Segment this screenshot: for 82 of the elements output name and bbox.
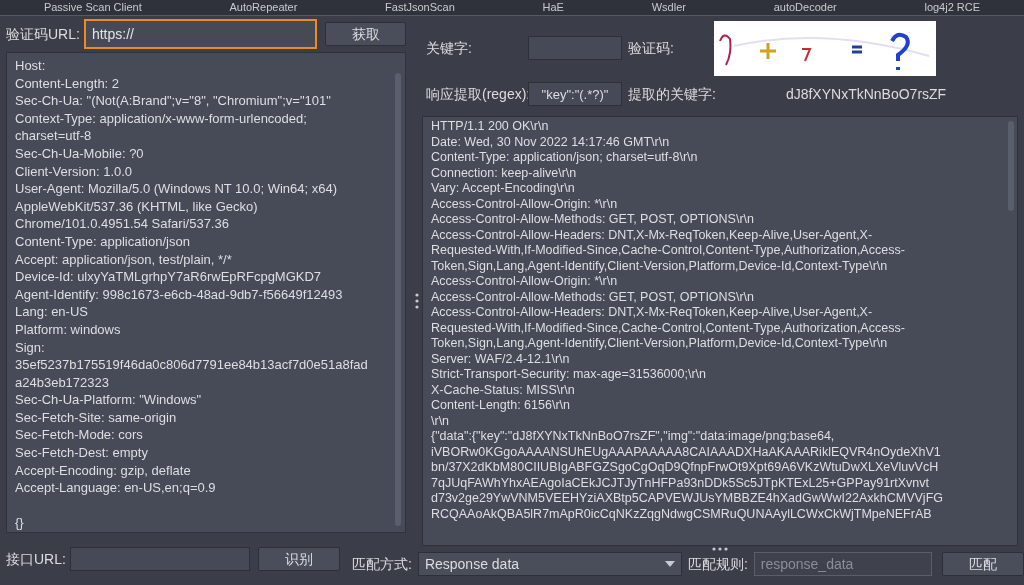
text-line: Sec-Fetch-Site: same-origin: [15, 408, 177, 427]
field-label: 接口URL:: [6, 549, 66, 569]
text-line: Accept-Encoding: gzip, deflate: [15, 461, 191, 480]
request-text-area[interactable]: [6, 52, 406, 533]
text-line: Device-Id: ulxyYaTMLgrhpY7aR6rwEpRFcpgMGKD7: [15, 268, 322, 286]
field-label: 验证码URL:: [6, 24, 80, 44]
fetch-button[interactable]: 获取: [325, 22, 406, 46]
text-line: Client-Version: 1.0.0: [15, 162, 133, 181]
interface-url-field[interactable]: [69, 547, 250, 571]
extension-tab[interactable]: AutoRepeater: [221, 0, 306, 16]
text-line: X-Cache-Status: MISS\r\n: [431, 382, 575, 398]
text-line: bn/37X2dKbM80CIIUBIgABFGZSgoCgOqD9QfnpFrwOt9Xpt69A6VKzWtuDwXLXeVluvVcH: [431, 460, 939, 476]
text-line: Access-Control-Allow-Headers: DNT,X-Mx-ReqToken,Keep-Alive,User-Agent,X-: [431, 305, 873, 321]
text-line: AppleWebKit/537.36 (KHTML, like Gecko): [15, 197, 258, 216]
drag-handle-icon[interactable]: [712, 547, 728, 551]
extension-tab[interactable]: Passive Scan Client: [35, 0, 150, 16]
field-label: 响应提取(regex):: [425, 84, 528, 104]
text-line: d73v2ge29YwVNM5VEEHYziAXBtp5CAPVEWJUsYMBBZE4hXadGwWwI22AxkhCMVVjFG: [431, 491, 943, 507]
text-line: Content-Type: application/json; charset=utf-8\r\n: [431, 150, 698, 166]
extension-tab[interactable]: log4j2 RCE: [916, 0, 989, 16]
extension-tab[interactable]: HaE: [534, 0, 572, 16]
field-label: 提取的关键字:: [628, 84, 716, 104]
text-line: Sec-Ch-Ua-Platform: "Windows": [15, 391, 202, 409]
drag-handle-icon[interactable]: [415, 292, 419, 309]
text-line: Chrome/101.0.4951.54 Safari/537.36: [15, 215, 229, 233]
text-line: {"data":{"key":"dJ8fXYNxTkNnBoO7rsZF","img":"data:image/png;base64,: [431, 429, 835, 445]
text-line: Lang: en-US: [15, 303, 88, 321]
text-line: Content-Length: 6156\r\n: [431, 398, 570, 414]
text-line: Requested-With,If-Modified-Since,Cache-Control,Content-Type,Authorization,Access-: [431, 243, 905, 259]
field-label: 验证码:: [628, 38, 674, 58]
field-label: 匹配方式:: [352, 554, 412, 574]
field-label: 匹配规则:: [687, 554, 748, 574]
text-line: Agent-Identify: 998c1673-e6cb-48ad-9db7-f56649f12493: [15, 285, 343, 304]
text-line: Strict-Transport-Security: max-age=31536000;\r\n: [431, 367, 706, 383]
text-line: Connection: keep-alive\r\n: [431, 165, 577, 181]
identify-button[interactable]: 识别: [257, 547, 340, 571]
dropdown-caret-icon: [664, 561, 675, 567]
match-button[interactable]: 匹配: [941, 552, 1024, 576]
text-line: User-Agent: Mozilla/5.0 (Windows NT 10.0; Win64; x64): [15, 180, 337, 198]
text-line: \r\n: [431, 413, 450, 429]
text-line: Server: WAF/2.4-12.1\r\n: [431, 351, 570, 367]
response-text-area[interactable]: [422, 116, 1018, 546]
extension-tab[interactable]: Wsdler: [643, 0, 694, 16]
text-line: Access-Control-Allow-Origin: *\r\n: [431, 274, 618, 290]
text-line: Access-Control-Allow-Methods: GET, POST, OPTIONS\r\n: [431, 289, 754, 305]
extension-tab[interactable]: autoDecoder: [765, 0, 845, 16]
text-line: Access-Control-Allow-Origin: *\r\n: [431, 196, 618, 212]
text-line: iVBORw0KGgoAAAANSUhEUgAAAPAAAAA8CAIAAADXHaAKAAARiklEQVR4nOydeXhV1: [431, 444, 941, 460]
text-line: Context-Type: application/x-www-form-urlencoded;: [15, 109, 307, 128]
text-line: Token,Sign,Lang,Agent-Identify,Client-Version,Platform,Device-Id,Context-Type\r\n: [431, 336, 888, 352]
text-line: 35ef5237b175519f46da0c806d7791ee84b13acf7d0e51a8fad: [15, 356, 368, 374]
regex-field[interactable]: "key":"(.*?)": [528, 82, 622, 106]
text-line: Requested-With,If-Modified-Since,Cache-Control,Content-Type,Authorization,Access-: [431, 320, 905, 336]
text-line: Content-Length: 2: [15, 74, 120, 93]
field-label: 关键字:: [425, 38, 473, 58]
text-line: Access-Control-Allow-Headers: DNT,X-Mx-ReqToken,Keep-Alive,User-Agent,X-: [431, 227, 873, 243]
text-line: Content-Type: application/json: [15, 232, 190, 251]
text-line: {}: [15, 514, 24, 532]
text-line: Access-Control-Allow-Methods: GET, POST, OPTIONS\r\n: [431, 212, 754, 228]
text-line: Sec-Ch-Ua: "(Not(A:Brand";v="8", "Chromium";v="101": [15, 92, 331, 110]
text-line: Token,Sign,Lang,Agent-Identify,Client-Version,Platform,Device-Id,Context-Type\r\n: [431, 258, 888, 274]
text-line: a24b3eb172323: [15, 373, 109, 392]
text-line: Platform: windows: [15, 320, 121, 339]
extension-tab[interactable]: FastJsonScan: [377, 0, 463, 16]
text-line: RCQAAoAkQBA5lR7mApR0icCqNKzZqgNdwgCSMRuQUNAAylLCWxCkWjTMpeNEFrAB: [431, 506, 932, 522]
keyword-field[interactable]: [528, 36, 622, 60]
text-line: HTTP/1.1 200 OK\r\n: [431, 119, 549, 135]
url-field[interactable]: https://: [83, 19, 318, 49]
text-line: Sign:: [15, 338, 45, 357]
text-line: Accept: application/json, test/plain, */*: [15, 250, 232, 269]
extracted-keyword: dJ8fXYNxTkNnBoO7rsZF: [785, 84, 947, 104]
text-line: Accept-Language: en-US,en;q=0.9: [15, 479, 216, 497]
text-line: Host:: [15, 57, 46, 75]
match-rule-field[interactable]: response_data: [753, 552, 932, 576]
text-line: Date: Wed, 30 Nov 2022 14:17:46 GMT\r\n: [431, 134, 670, 150]
text-line: 7qJUqFAWhYhxAEAgoIaCEkJCJTJyTnHFPa93nDDk5Sc5JTpKTExL25+GPPay91rtXvnvt: [431, 475, 929, 491]
text-line: Sec-Ch-Ua-Mobile: ?0: [15, 144, 144, 163]
text-line: Vary: Accept-Encoding\r\n: [431, 181, 575, 197]
text-line: Sec-Fetch-Mode: cors: [15, 426, 143, 445]
text-line: Sec-Fetch-Dest: empty: [15, 444, 148, 462]
text-line: charset=utf-8: [15, 127, 92, 145]
match-mode-dropdown[interactable]: Response data: [417, 552, 682, 576]
